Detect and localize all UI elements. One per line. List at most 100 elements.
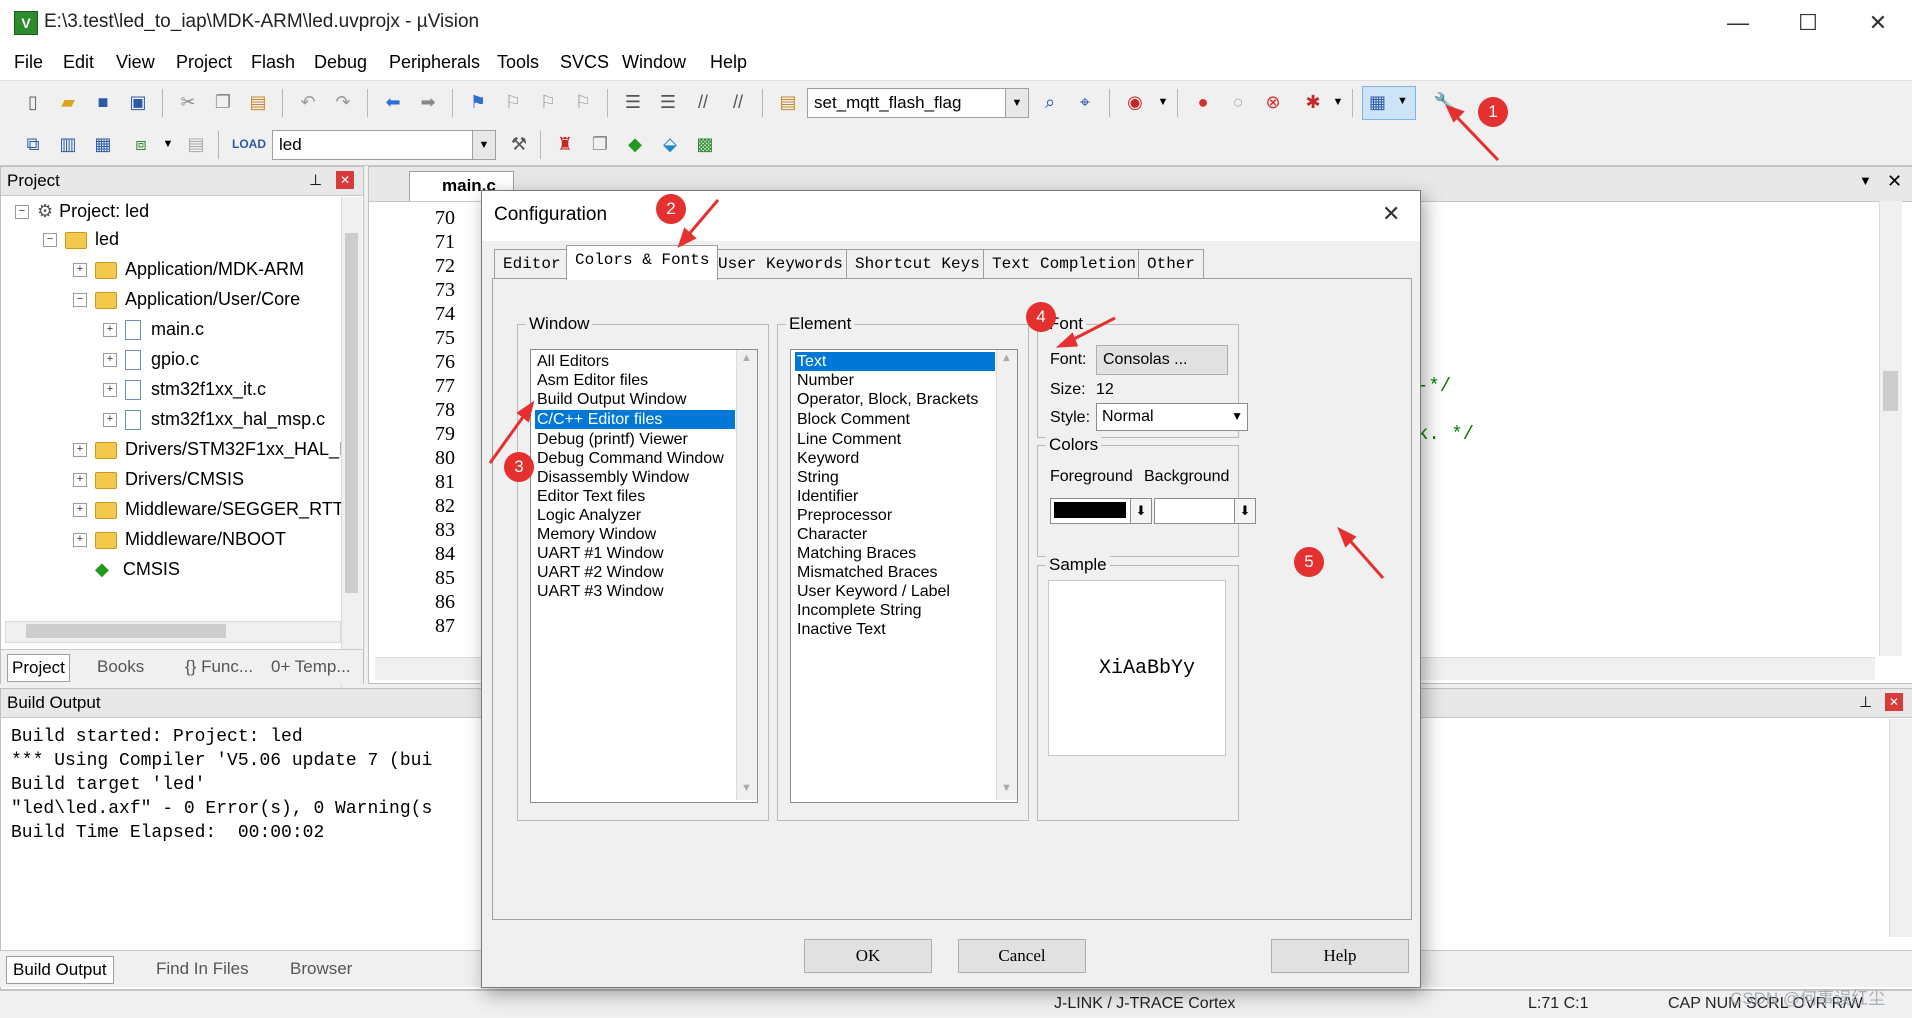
element-item-inactive-text[interactable]: Inactive Text: [795, 620, 888, 639]
chevron-down-icon[interactable]: ▼: [1859, 173, 1872, 188]
cancel-button[interactable]: Cancel: [958, 939, 1086, 973]
unindent-icon[interactable]: ☰: [655, 89, 681, 115]
element-item-character[interactable]: Character: [795, 525, 869, 544]
window-item-debug-printf-viewer[interactable]: Debug (printf) Viewer: [535, 430, 690, 449]
find-icon[interactable]: ⌕: [1037, 89, 1063, 115]
target-options-icon[interactable]: ⚒: [506, 131, 532, 157]
paste-icon[interactable]: ▤: [245, 89, 271, 115]
tab-shortcut-keys[interactable]: Shortcut Keys: [846, 249, 989, 278]
redo-icon[interactable]: ↷: [330, 89, 356, 115]
tab-other[interactable]: Other: [1138, 249, 1205, 278]
find-combo[interactable]: set_mqtt_flash_flag ▼: [807, 88, 1029, 118]
disable-all-breakpoints-icon[interactable]: ⊗: [1260, 89, 1286, 115]
window-item-all-editors[interactable]: All Editors: [535, 352, 611, 371]
editor-vertical-scrollbar[interactable]: [1879, 201, 1902, 656]
menu-project[interactable]: Project: [176, 52, 232, 73]
tab-build-output[interactable]: Build Output: [6, 956, 114, 984]
window-item-cpp-editor-files[interactable]: C/C++ Editor files: [535, 410, 735, 429]
element-item-operator[interactable]: Operator, Block, Brackets: [795, 390, 980, 409]
expand-icon[interactable]: +: [73, 533, 87, 548]
tree-group-application-user-core[interactable]: − Application/User/Core: [73, 285, 300, 313]
menu-flash[interactable]: Flash: [251, 52, 295, 73]
navigate-back-icon[interactable]: ⬅: [380, 89, 406, 115]
maximize-button[interactable]: ☐: [1773, 0, 1843, 46]
style-select[interactable]: Normal ▼: [1096, 403, 1248, 431]
scroll-up-icon[interactable]: ▲: [1001, 352, 1012, 364]
copy-icon[interactable]: ❐: [210, 89, 236, 115]
project-horizontal-scrollbar[interactable]: [5, 621, 341, 643]
element-item-mismatched-braces[interactable]: Mismatched Braces: [795, 563, 940, 582]
chevron-down-icon[interactable]: ▼: [1231, 409, 1243, 423]
comment-icon[interactable]: //: [690, 89, 716, 115]
window-listbox[interactable]: All Editors Asm Editor files Build Outpu…: [530, 349, 758, 803]
expand-icon[interactable]: +: [103, 323, 117, 338]
cut-icon[interactable]: ✂: [175, 89, 201, 115]
element-item-number[interactable]: Number: [795, 371, 856, 390]
clear-bookmarks-icon[interactable]: ⚐: [570, 89, 596, 115]
close-panel-icon[interactable]: ✕: [336, 171, 354, 189]
menu-peripherals[interactable]: Peripherals: [389, 52, 480, 73]
tree-group-drivers-stm32f1xx-hal[interactable]: + Drivers/STM32F1xx_HAL_I: [73, 435, 344, 463]
window-item-memory-window[interactable]: Memory Window: [535, 525, 658, 544]
tab-colors-fonts[interactable]: Colors & Fonts: [566, 245, 719, 280]
save-all-icon[interactable]: ▣: [125, 89, 151, 115]
pin-icon[interactable]: ⊥: [1859, 693, 1872, 711]
menu-file[interactable]: File: [14, 52, 43, 73]
element-listbox[interactable]: Text Number Operator, Block, Brackets Bl…: [790, 349, 1018, 803]
chevron-down-icon[interactable]: ▼: [1150, 89, 1176, 115]
window-item-uart2-window[interactable]: UART #2 Window: [535, 563, 666, 582]
menu-edit[interactable]: Edit: [63, 52, 94, 73]
scroll-up-icon[interactable]: ▲: [741, 352, 752, 364]
element-item-string[interactable]: String: [795, 468, 841, 487]
manage-project-items-icon[interactable]: ♜: [552, 131, 578, 157]
chevron-down-icon[interactable]: ▼: [1325, 89, 1351, 115]
help-button[interactable]: Help: [1271, 939, 1409, 973]
menu-help[interactable]: Help: [710, 52, 747, 73]
tab-browser[interactable]: Browser: [290, 956, 352, 982]
window-item-build-output-window[interactable]: Build Output Window: [535, 390, 688, 409]
tree-item-cmsis[interactable]: ◆ CMSIS: [95, 555, 180, 583]
element-item-user-keyword[interactable]: User Keyword / Label: [795, 582, 952, 601]
window-item-debug-command-window[interactable]: Debug Command Window: [535, 449, 726, 468]
save-icon[interactable]: ■: [90, 89, 116, 115]
background-color-picker[interactable]: ⬇: [1154, 498, 1256, 524]
menu-svcs[interactable]: SVCS: [560, 52, 609, 73]
window-item-logic-analyzer[interactable]: Logic Analyzer: [535, 506, 643, 525]
tree-group-drivers-cmsis[interactable]: + Drivers/CMSIS: [73, 465, 244, 493]
disable-breakpoint-icon[interactable]: ○: [1225, 89, 1251, 115]
breakpoint-icon[interactable]: ●: [1190, 89, 1216, 115]
tab-books[interactable]: Books: [97, 654, 144, 680]
expand-icon[interactable]: +: [73, 263, 87, 278]
element-item-block-comment[interactable]: Block Comment: [795, 410, 912, 429]
pack-installer-icon[interactable]: ⬙: [657, 131, 683, 157]
collapse-icon[interactable]: −: [15, 205, 29, 220]
tab-find-in-files[interactable]: Find In Files: [156, 956, 249, 982]
tree-group-middleware-segger-rtt[interactable]: + Middleware/SEGGER_RTT: [73, 495, 344, 523]
tree-file-gpio-c[interactable]: + gpio.c: [103, 345, 199, 373]
tree-file-main-c[interactable]: + main.c: [103, 315, 204, 343]
batch-build-icon[interactable]: ⧈: [128, 131, 154, 157]
uncomment-icon[interactable]: //: [725, 89, 751, 115]
element-list-scrollbar[interactable]: ▲ ▼: [996, 350, 1017, 800]
tree-target-led[interactable]: − led: [43, 225, 119, 253]
window-item-disassembly-window[interactable]: Disassembly Window: [535, 468, 691, 487]
download-load-icon[interactable]: LOAD: [232, 131, 266, 157]
open-file-icon[interactable]: ▰: [55, 89, 81, 115]
element-item-line-comment[interactable]: Line Comment: [795, 430, 903, 449]
element-item-text[interactable]: Text: [795, 352, 995, 371]
minimize-button[interactable]: —: [1703, 0, 1773, 46]
find-in-files-icon[interactable]: ▤: [775, 89, 801, 115]
scroll-thumb[interactable]: [26, 624, 226, 638]
dialog-close-icon[interactable]: ✕: [1382, 201, 1400, 227]
stm32cube-icon[interactable]: ▩: [692, 131, 718, 157]
scroll-thumb[interactable]: [1883, 371, 1898, 411]
window-list-scrollbar[interactable]: ▲ ▼: [736, 350, 757, 800]
dropdown-arrow-icon[interactable]: ⬇: [1130, 499, 1151, 523]
select-packs-icon[interactable]: ❐: [587, 131, 613, 157]
run-time-environment-icon[interactable]: ◆: [622, 131, 648, 157]
target-select-combo[interactable]: led ▼: [272, 130, 496, 160]
expand-icon[interactable]: +: [103, 353, 117, 368]
incremental-find-icon[interactable]: ⌖: [1072, 89, 1098, 115]
font-select-button[interactable]: Consolas ...: [1096, 345, 1228, 375]
dropdown-arrow-icon[interactable]: ⬇: [1234, 499, 1255, 523]
